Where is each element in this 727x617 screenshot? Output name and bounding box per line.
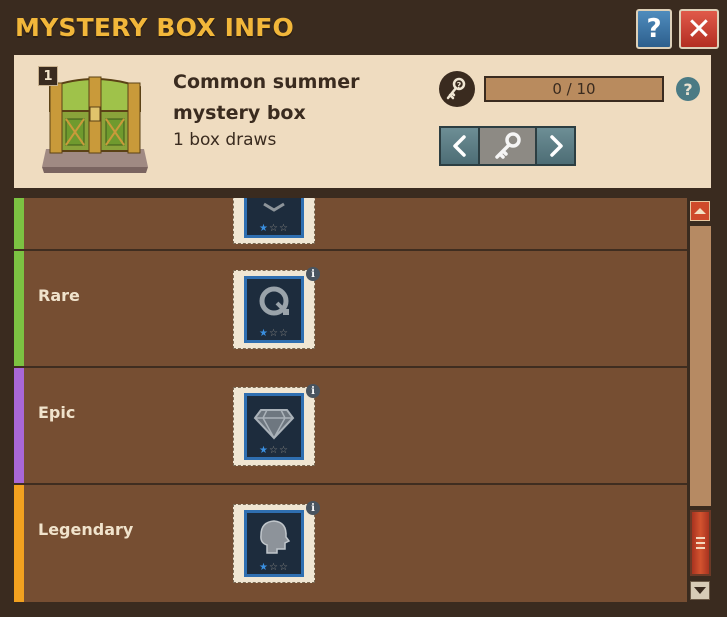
star-rating: ★☆☆: [259, 328, 289, 339]
grip-icon: [696, 537, 705, 549]
arrow-up-icon: [694, 208, 706, 214]
box-name: Common summer mystery box: [173, 71, 360, 124]
key-help-icon[interactable]: ?: [439, 71, 475, 107]
scroll-thumb[interactable]: [690, 510, 711, 576]
key-progress-bar: 0 / 10: [484, 76, 664, 102]
reward-card[interactable]: ★☆☆ i: [233, 384, 320, 466]
rarity-strip: [14, 198, 24, 249]
reward-row: ★☆☆: [14, 198, 687, 251]
box-draws-text: 1 box draws: [173, 130, 277, 150]
star-rating: ★☆☆: [259, 223, 289, 234]
window-title: MYSTERY BOX INFO: [15, 13, 294, 42]
diamond-icon: [253, 409, 295, 440]
key-icon: [494, 132, 521, 159]
box-header-panel: 1 Common summer mystery box 1 box draws …: [14, 55, 711, 188]
rarity-strip: [14, 485, 24, 602]
rarity-strip: [14, 368, 24, 483]
scroll-track[interactable]: [690, 226, 711, 506]
rarity-label: Epic: [38, 403, 76, 422]
reward-card[interactable]: ★☆☆ i: [233, 501, 320, 583]
prev-button[interactable]: [439, 126, 480, 166]
head-profile-icon: [260, 520, 291, 554]
info-icon[interactable]: i: [306, 501, 320, 515]
scroll-up-button[interactable]: [690, 201, 710, 221]
help-button[interactable]: ?: [636, 9, 672, 49]
reward-row: Legendary ★☆☆ i: [14, 485, 687, 602]
chevron-left-icon: [452, 135, 466, 157]
progress-help-icon[interactable]: ?: [676, 77, 700, 101]
chevron-right-icon: [549, 135, 563, 157]
rarity-label: Legendary: [38, 520, 134, 539]
reward-card[interactable]: ★☆☆: [233, 198, 315, 244]
close-button[interactable]: ✕: [679, 9, 719, 49]
rarity-label: Rare: [38, 286, 80, 305]
box-tier-badge: 1: [38, 66, 58, 86]
svg-text:?: ?: [457, 81, 462, 90]
key-slot: [480, 126, 535, 166]
star-rating: ★☆☆: [259, 562, 289, 573]
reward-card[interactable]: ★☆☆ i: [233, 267, 320, 349]
next-button[interactable]: [535, 126, 576, 166]
info-icon[interactable]: i: [306, 267, 320, 281]
scrollbar[interactable]: [688, 198, 713, 602]
scroll-down-button[interactable]: [690, 581, 710, 600]
key-progress-text: 0 / 10: [552, 80, 596, 98]
reward-row: Epic ★☆☆ i: [14, 368, 687, 485]
partial-icon: [263, 202, 285, 212]
ring-arrow-icon: [259, 286, 289, 316]
info-icon[interactable]: i: [306, 384, 320, 398]
reward-row: Rare ★☆☆ i: [14, 251, 687, 368]
star-rating: ★☆☆: [259, 445, 289, 456]
arrow-down-icon: [694, 587, 706, 594]
mystery-box-window: MYSTERY BOX INFO ? ✕ 1 Common summer mys…: [0, 0, 727, 617]
rarity-strip: [14, 251, 24, 366]
reward-list[interactable]: ★☆☆ Rare ★☆☆ i Epic ★☆☆ i Legendary ★☆☆ …: [14, 198, 687, 602]
